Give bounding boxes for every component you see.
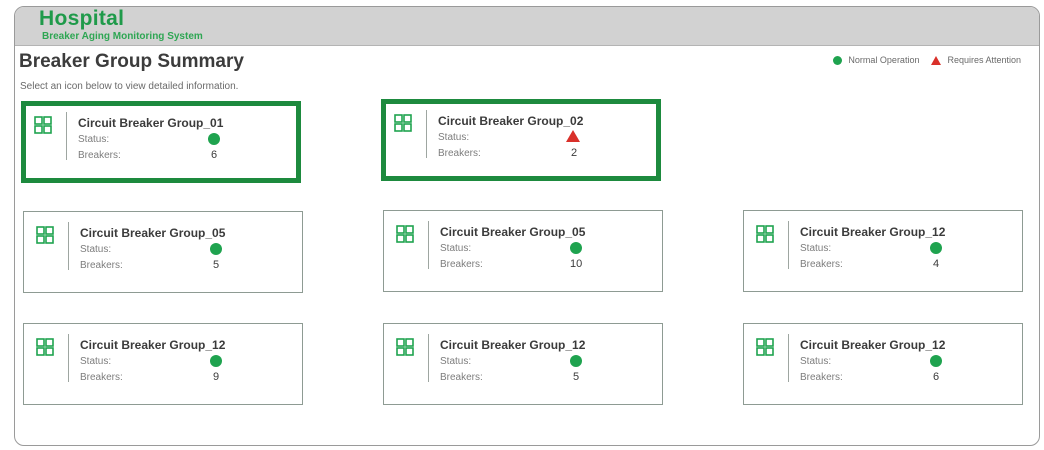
breaker-group-card[interactable]: Circuit Breaker Group_12 Status: Breaker…	[743, 210, 1023, 292]
breaker-group-card[interactable]: Circuit Breaker Group_05 Status: Breaker…	[383, 210, 663, 292]
breakers-count: 2	[570, 147, 578, 159]
legend-normal-label: Normal Operation	[848, 55, 920, 65]
warning-triangle-icon	[566, 130, 580, 142]
breakers-count: 6	[210, 149, 218, 161]
breakers-label: Breakers:	[440, 372, 483, 383]
breaker-group-card[interactable]: Circuit Breaker Group_05 Status: Breaker…	[23, 211, 303, 293]
card-divider	[68, 222, 69, 270]
header-bar: Hospital Breaker Aging Monitoring System	[15, 7, 1039, 46]
grid-icon	[756, 338, 774, 356]
status-label: Status:	[80, 356, 112, 367]
breakers-label: Breakers:	[80, 260, 123, 271]
group-name: Circuit Breaker Group_05	[80, 226, 226, 240]
status-label: Status:	[440, 243, 472, 254]
breakers-label: Breakers:	[438, 148, 481, 159]
warning-triangle-icon	[931, 55, 942, 65]
breaker-group-card[interactable]: Circuit Breaker Group_01 Status: Breaker…	[21, 101, 301, 183]
card-divider	[428, 334, 429, 382]
group-name: Circuit Breaker Group_01	[78, 116, 224, 130]
normal-status-icon	[210, 243, 222, 255]
status-label: Status:	[800, 356, 832, 367]
app-title: Hospital	[39, 7, 125, 30]
status-label: Status:	[80, 244, 112, 255]
normal-status-icon	[210, 355, 222, 367]
grid-icon	[36, 338, 54, 356]
card-divider	[788, 334, 789, 382]
breaker-group-card[interactable]: Circuit Breaker Group_12 Status: Breaker…	[23, 323, 303, 405]
breakers-count: 5	[212, 259, 220, 271]
breakers-count: 6	[932, 371, 940, 383]
app-subtitle: Breaker Aging Monitoring System	[42, 31, 203, 42]
normal-status-icon	[930, 355, 942, 367]
grid-icon	[394, 114, 412, 132]
normal-status-icon	[208, 133, 220, 145]
page-title: Breaker Group Summary	[19, 51, 244, 72]
breaker-group-card[interactable]: Circuit Breaker Group_02 Status: Breaker…	[381, 99, 661, 181]
group-name: Circuit Breaker Group_12	[440, 338, 586, 352]
grid-icon	[756, 225, 774, 243]
breakers-count: 4	[932, 258, 940, 270]
breakers-label: Breakers:	[800, 259, 843, 270]
breakers-label: Breakers:	[800, 372, 843, 383]
card-divider	[788, 221, 789, 269]
grid-icon	[396, 225, 414, 243]
group-name: Circuit Breaker Group_05	[440, 225, 586, 239]
group-name: Circuit Breaker Group_12	[800, 225, 946, 239]
breakers-count: 5	[572, 371, 580, 383]
card-divider	[68, 334, 69, 382]
breakers-count: 10	[570, 258, 583, 270]
normal-status-icon	[833, 55, 843, 65]
status-label: Status:	[800, 243, 832, 254]
group-name: Circuit Breaker Group_12	[800, 338, 946, 352]
status-label: Status:	[438, 132, 470, 143]
instructions-text: Select an icon below to view detailed in…	[20, 81, 239, 92]
card-divider	[428, 221, 429, 269]
grid-icon	[36, 226, 54, 244]
group-name: Circuit Breaker Group_12	[80, 338, 226, 352]
breakers-label: Breakers:	[440, 259, 483, 270]
status-legend: Normal Operation Requires Attention	[833, 55, 1021, 65]
breakers-count: 9	[212, 371, 220, 383]
grid-icon	[396, 338, 414, 356]
grid-icon	[34, 116, 52, 134]
card-divider	[66, 112, 67, 160]
breaker-group-card[interactable]: Circuit Breaker Group_12 Status: Breaker…	[383, 323, 663, 405]
breakers-label: Breakers:	[80, 372, 123, 383]
group-name: Circuit Breaker Group_02	[438, 114, 584, 128]
normal-status-icon	[570, 242, 582, 254]
breaker-group-card[interactable]: Circuit Breaker Group_12 Status: Breaker…	[743, 323, 1023, 405]
status-label: Status:	[78, 134, 110, 145]
card-divider	[426, 110, 427, 158]
breakers-label: Breakers:	[78, 150, 121, 161]
app-window: Hospital Breaker Aging Monitoring System…	[14, 6, 1040, 446]
legend-attention-label: Requires Attention	[947, 55, 1021, 65]
status-label: Status:	[440, 356, 472, 367]
normal-status-icon	[570, 355, 582, 367]
normal-status-icon	[930, 242, 942, 254]
